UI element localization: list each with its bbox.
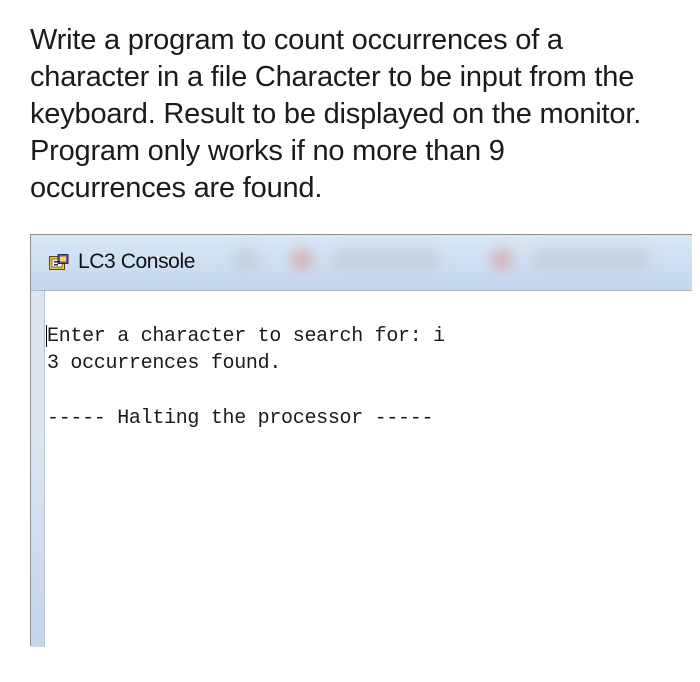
console-output[interactable]: Enter a character to search for: i 3 occ… xyxy=(45,291,692,646)
console-line: Enter a character to search for: i xyxy=(47,325,445,348)
question-line: occurrences are found. xyxy=(30,172,323,204)
console-line: 3 occurrences found. xyxy=(47,352,282,375)
question-line: Write a program to count occurrences of … xyxy=(30,24,563,56)
console-line: ----- Halting the processor ----- xyxy=(47,407,434,430)
lc3-console-window: LC3 Console Enter a character to search … xyxy=(30,234,692,647)
question-line: character in a file Character to be inpu… xyxy=(30,61,635,93)
window-titlebar[interactable]: LC3 Console xyxy=(31,235,692,291)
question-line: Program only works if no more than 9 xyxy=(30,135,505,167)
console-left-gutter xyxy=(31,291,45,647)
question-line: keyboard. Result to be displayed on the … xyxy=(30,98,642,130)
blurred-taskbar-tabs xyxy=(231,241,691,281)
lc3-app-icon xyxy=(49,254,69,272)
question-text: Write a program to count occurrences of … xyxy=(30,22,690,207)
window-title: LC3 Console xyxy=(78,250,196,273)
